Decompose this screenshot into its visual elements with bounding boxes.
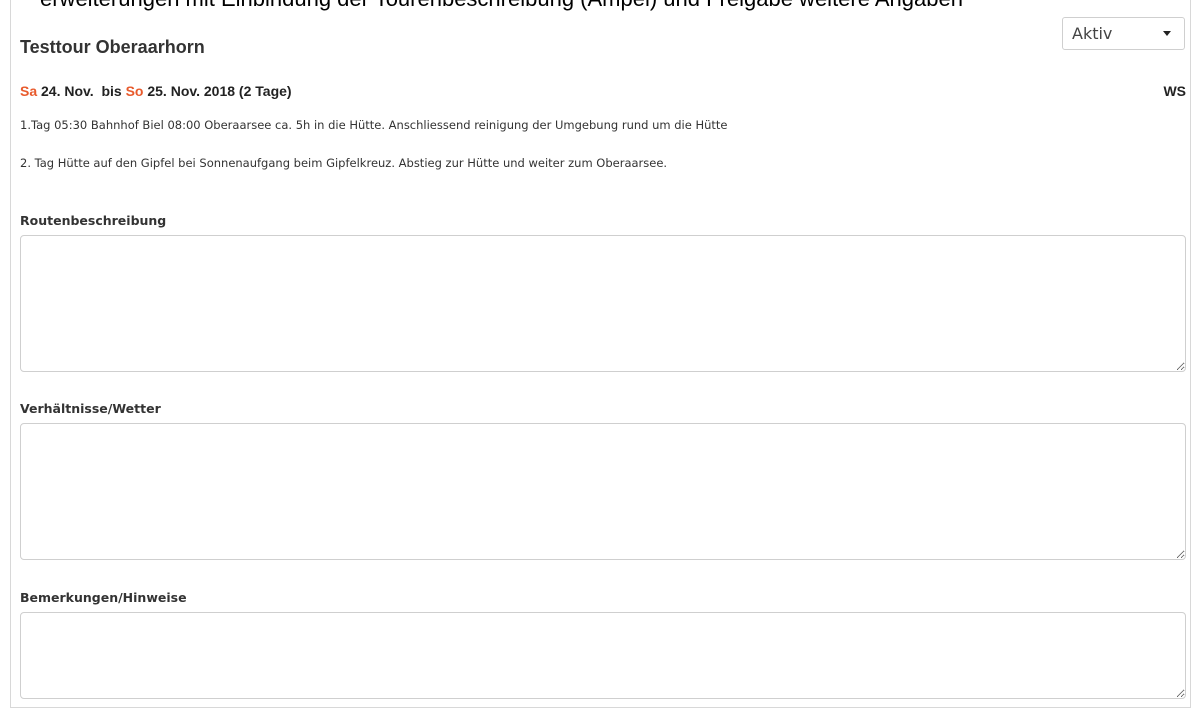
status-select-value: Aktiv	[1072, 24, 1113, 43]
conditions-weather-label: Verhältnisse/Wetter	[20, 401, 161, 416]
tour-title: Testtour Oberaarhorn	[20, 37, 205, 57]
tour-description-day1: 1.Tag 05:30 Bahnhof Biel 08:00 Oberaarse…	[20, 118, 728, 132]
tour-description-day2: 2. Tag Hütte auf den Gipfel bei Sonnenau…	[20, 156, 668, 170]
tour-date-range: Sa 24. Nov. bis So 25. Nov. 2018 (2 Tage…	[20, 83, 292, 99]
remarks-notes-textarea[interactable]	[20, 612, 1186, 699]
difficulty-grade: WS	[1163, 83, 1186, 99]
status-select[interactable]: Aktiv	[1062, 17, 1185, 50]
conditions-weather-textarea[interactable]	[20, 423, 1186, 560]
end-day: So	[125, 83, 144, 99]
start-day: Sa	[20, 83, 38, 99]
start-date: 24. Nov.	[41, 83, 94, 99]
until-word: bis	[101, 83, 122, 99]
route-description-label: Routenbeschreibung	[20, 213, 167, 228]
chevron-down-icon	[1163, 31, 1171, 36]
end-date: 25. Nov. 2018 (2 Tage)	[147, 83, 292, 99]
route-description-textarea[interactable]	[20, 235, 1186, 372]
remarks-notes-label: Bemerkungen/Hinweise	[20, 590, 187, 605]
